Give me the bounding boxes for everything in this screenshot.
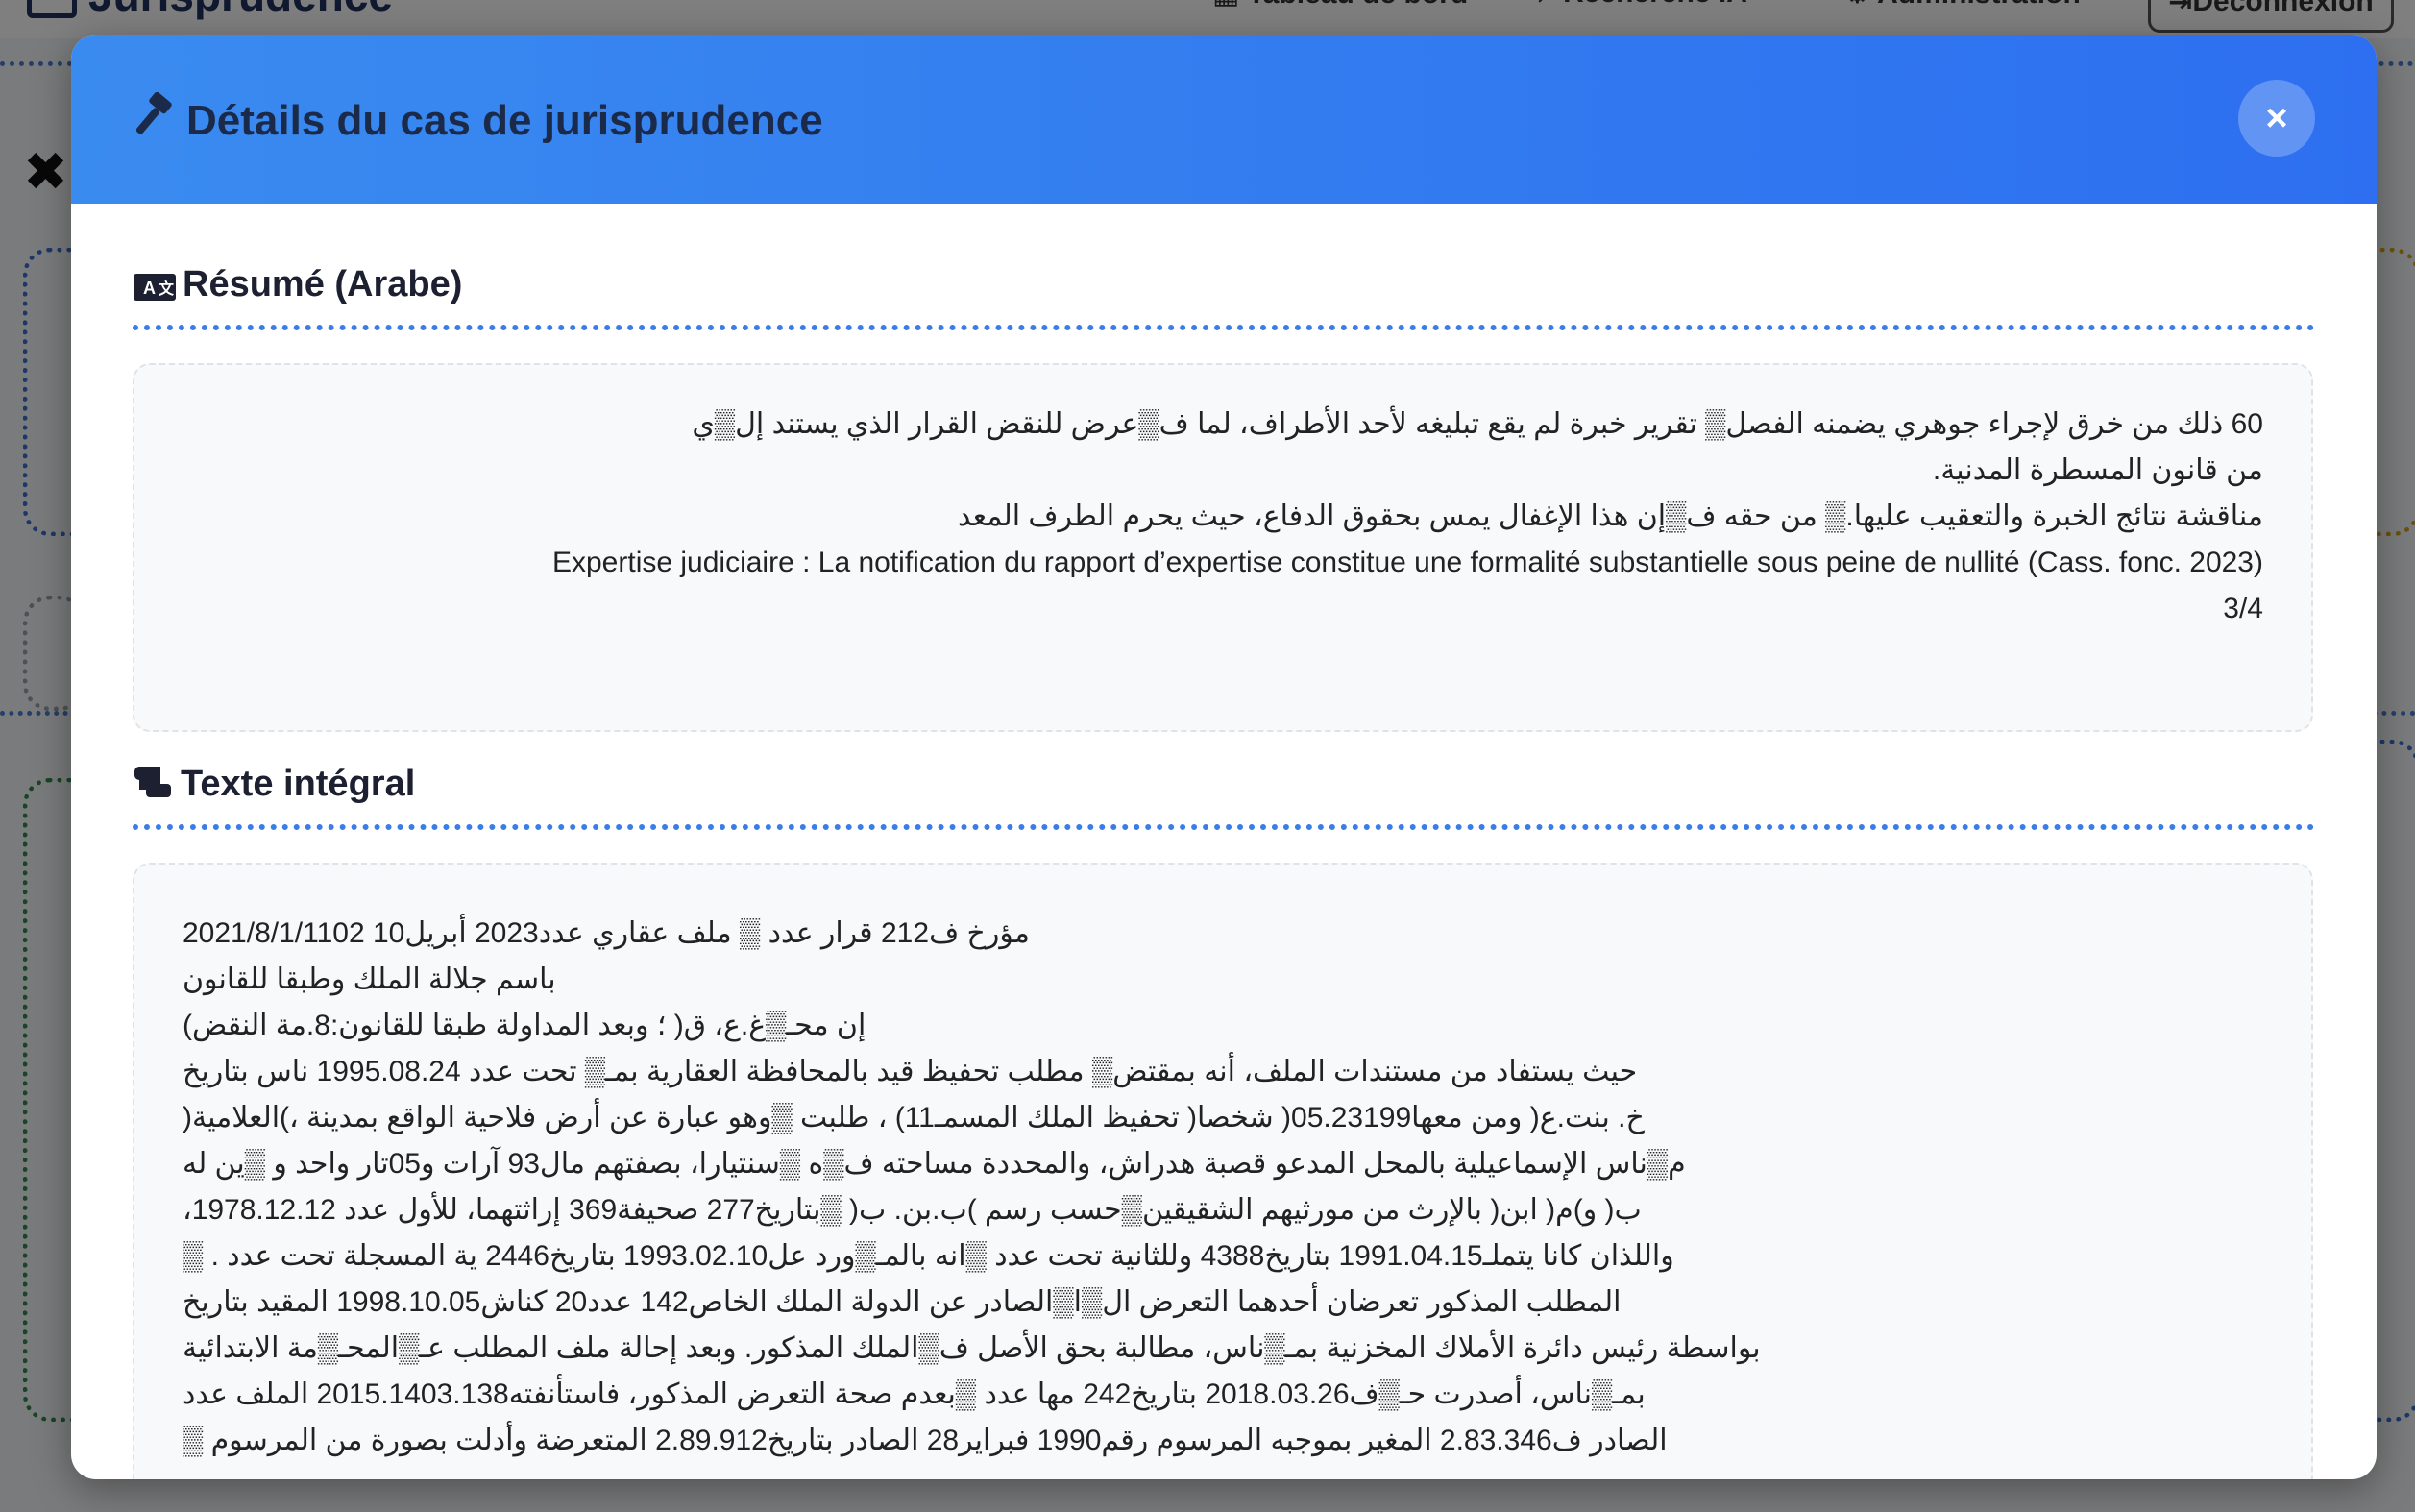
case-details-modal: Détails du cas de jurisprudence × A 文 Ré…: [71, 35, 2377, 1479]
full-text-line: إن محـ▒غ.ع، ق( ؛ وبعد المداولة طبقا للقا…: [183, 1010, 866, 1041]
summary-line-4: Expertise judiciaire : La notification d…: [551, 547, 2263, 578]
modal-title-text: Détails du cas de jurisprudence: [186, 97, 823, 144]
full-text-line: حيث يستفاد من مستندات الملف، أنه بمقتض▒ …: [183, 1056, 1638, 1087]
summary-line-3: مناقشة نتائج الخبرة والتعقيب عليها.▒ من …: [958, 500, 2263, 532]
language-icon-glyph-b: 文: [159, 280, 175, 298]
scroll-icon: [134, 767, 171, 797]
full-text-line: ب( و)م( ابن( بالإرث من مورثيهم الشقيقين▒…: [183, 1194, 1642, 1226]
full-text-line: بمـ▒ناس، أصدرت حـ▒ف2018.03.26 بتاريخ242 …: [183, 1378, 1646, 1410]
modal-title: Détails du cas de jurisprudence: [131, 92, 823, 147]
full-text-line: باسم جلالة الملك وطبقا للقانون: [183, 963, 556, 995]
full-text-divider: [133, 824, 2315, 830]
summary-panel: 60 ذلك من خرق لإجراء جوهري يضمنه الفصل▒ …: [133, 363, 2313, 732]
full-text-heading-text: Texte intégral: [181, 764, 416, 804]
full-text-panel[interactable]: مؤرخ ف212 قرار عدد ▒ ملف عقاري عدد2023 أ…: [133, 863, 2313, 1479]
summary-page-indicator: 3/4: [2223, 593, 2263, 624]
full-text-line: واللذان كانا يتملـ1991.04.15 بتاريخ4388 …: [183, 1240, 1674, 1272]
language-icon: A 文: [134, 274, 176, 301]
summary-heading: A 文 Résumé (Arabe): [133, 263, 462, 307]
summary-heading-text: Résumé (Arabe): [183, 264, 463, 305]
full-text-line: المطلب المذكور تعرضان أحدهما التعرض ال▒ا…: [183, 1286, 1622, 1318]
summary-line-2: من قانون المسطرة المدنية.: [1932, 454, 2263, 486]
gavel-icon: [135, 92, 172, 134]
summary-line-1: 60 ذلك من خرق لإجراء جوهري يضمنه الفصل▒ …: [692, 408, 2263, 440]
full-text-heading: Texte intégral: [133, 763, 415, 807]
full-text-line: م▒ناس الإسماعيلية بالمحل المدعو قصبة هدر…: [183, 1148, 1686, 1180]
summary-divider: [133, 325, 2315, 330]
close-button[interactable]: ×: [2238, 80, 2315, 157]
full-text-line: بواسطة رئيس دائرة الأملاك المخزنية بمـ▒ن…: [183, 1332, 1761, 1364]
full-text-line: الصادر ف2.83.346 المغير بموجبه المرسوم ر…: [183, 1425, 1668, 1456]
full-text-line: خ. بنت.ع( ومن معها05.23199( شخصا( تحفيظ …: [183, 1102, 1645, 1134]
full-text-line: مؤرخ ف212 قرار عدد ▒ ملف عقاري عدد2023 أ…: [183, 917, 1030, 949]
language-icon-glyph-a: A: [143, 279, 156, 298]
modal-header: Détails du cas de jurisprudence ×: [71, 35, 2377, 204]
